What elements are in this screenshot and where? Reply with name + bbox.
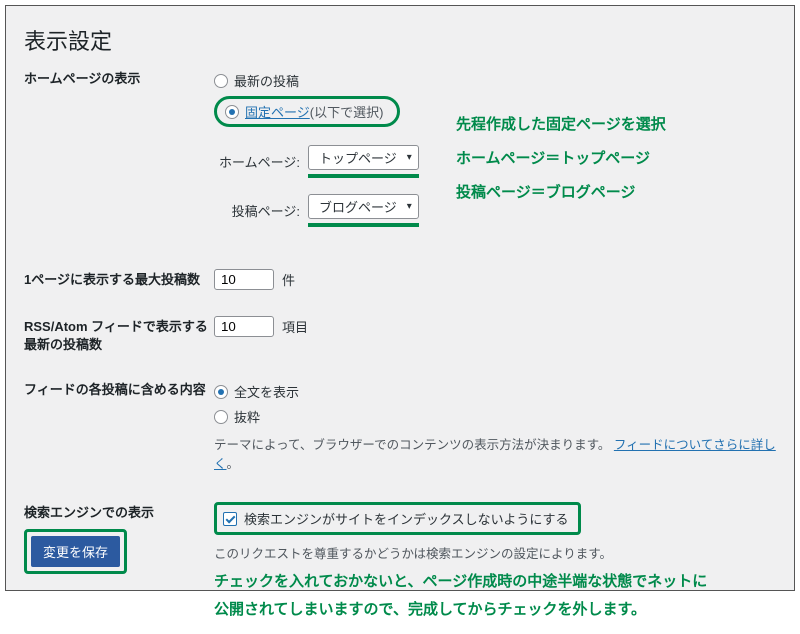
annotation-notes: 先程作成した固定ページを選択 ホームページ＝トップページ 投稿ページ＝ブログペー… xyxy=(456,108,776,209)
radio-fixed-page-suffix: (以下で選択) xyxy=(310,102,384,121)
annotation-line: 先程作成した固定ページを選択 xyxy=(456,108,776,142)
highlight-ring-fixed-page: 固定ページ (以下で選択) xyxy=(214,96,400,127)
chevron-down-icon: ▾ xyxy=(407,201,412,212)
input-rss-count[interactable] xyxy=(214,316,274,337)
label-posts-page-select: 投稿ページ: xyxy=(214,201,300,220)
radio-full-text[interactable] xyxy=(214,385,228,399)
checkbox-discourage-indexing-label: 検索エンジンがサイトをインデックスしないようにする xyxy=(244,509,568,528)
label-homepage-select: ホームページ: xyxy=(214,152,300,171)
label-search-engine: 検索エンジンでの表示 xyxy=(24,502,214,522)
annotation-line: 投稿ページ＝ブログページ xyxy=(456,176,776,210)
checkbox-discourage-indexing[interactable] xyxy=(223,512,237,526)
radio-latest-posts[interactable] xyxy=(214,74,228,88)
label-rss-count: RSS/Atom フィードで表示する最新の投稿数 xyxy=(24,316,214,353)
input-posts-per-page[interactable] xyxy=(214,269,274,290)
search-engine-desc: このリクエストを尊重するかどうかは検索エンジンの設定によります。 xyxy=(214,543,776,562)
radio-fixed-page[interactable] xyxy=(225,105,239,119)
chevron-down-icon: ▾ xyxy=(407,152,412,163)
label-feed-content: フィードの各投稿に含める内容 xyxy=(24,379,214,399)
unit-posts-per-page: 件 xyxy=(282,270,295,289)
feed-desc-suffix: 。 xyxy=(227,457,240,471)
select-homepage[interactable]: トップページ ▾ xyxy=(308,145,419,170)
annotation-line: 公開されてしまいますので、完成してからチェックを外します。 xyxy=(214,596,776,624)
save-button[interactable]: 変更を保存 xyxy=(31,536,120,567)
select-posts-page-value: ブログページ xyxy=(319,197,397,216)
annotation-line: ホームページ＝トップページ xyxy=(456,142,776,176)
feed-desc-text: テーマによって、ブラウザーでのコンテンツの表示方法が決まります。 xyxy=(214,438,610,452)
label-homepage-display: ホームページの表示 xyxy=(24,68,214,88)
radio-fixed-page-link[interactable]: 固定ページ xyxy=(245,102,310,121)
page-title: 表示設定 xyxy=(24,18,776,68)
radio-excerpt-label: 抜粋 xyxy=(234,407,260,426)
radio-full-text-label: 全文を表示 xyxy=(234,382,299,401)
highlight-box-save: 変更を保存 xyxy=(24,529,127,574)
annotation-line: チェックを入れておかないと、ページ作成時の中途半端な状態でネットに xyxy=(214,568,776,596)
label-posts-per-page: 1ページに表示する最大投稿数 xyxy=(24,269,214,289)
radio-latest-posts-label: 最新の投稿 xyxy=(234,71,299,90)
select-homepage-value: トップページ xyxy=(319,148,397,167)
select-posts-page[interactable]: ブログページ ▾ xyxy=(308,194,419,219)
radio-excerpt[interactable] xyxy=(214,410,228,424)
unit-rss-count: 項目 xyxy=(282,317,308,336)
highlight-box-search-engine: 検索エンジンがサイトをインデックスしないようにする xyxy=(214,502,581,535)
